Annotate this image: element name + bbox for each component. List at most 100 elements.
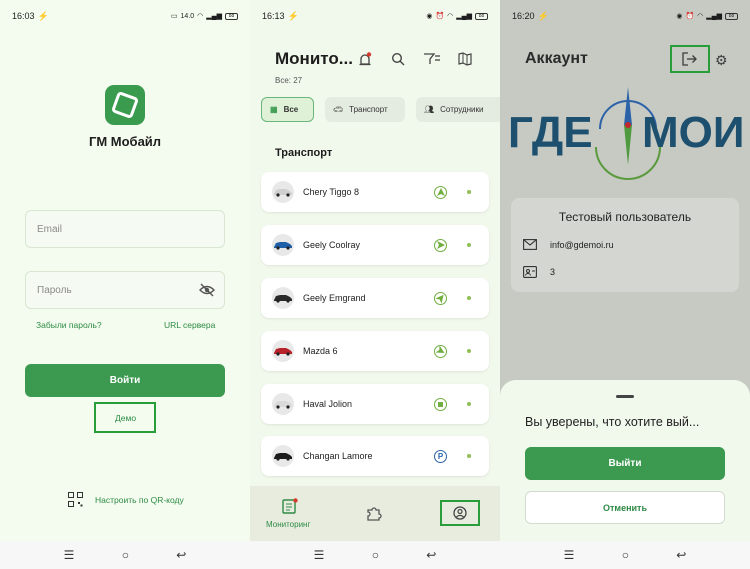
demo-link[interactable]: Демо [115, 413, 136, 423]
online-dot [467, 454, 471, 458]
vehicle-card[interactable]: Geely Emgrand [261, 278, 489, 318]
vehicle-name: Geely Coolray [303, 240, 361, 250]
online-dot [467, 402, 471, 406]
brand-left-text: ГДЕ [508, 108, 593, 157]
wifi-icon: ◠ [197, 13, 204, 20]
arrow-direction-icon [434, 185, 447, 199]
section-heading: Транспорт [275, 147, 333, 159]
back-icon[interactable]: ↩ [176, 548, 186, 562]
brand-logo: ГДЕ МОИ [508, 85, 745, 180]
location-icon: ◉ [426, 13, 433, 20]
id-card-icon [523, 266, 537, 278]
system-nav-bar: ☰ ○ ↩ [500, 541, 750, 569]
puzzle-icon[interactable] [366, 505, 382, 526]
email-field[interactable]: Email [25, 210, 225, 248]
car-thumbnail [272, 287, 294, 309]
confirm-logout-button[interactable]: Выйти [525, 447, 725, 480]
car-thumbnail [272, 181, 294, 203]
car-thumbnail [272, 340, 294, 362]
search-icon[interactable] [391, 52, 405, 71]
logout-icon[interactable] [682, 52, 697, 71]
vehicle-card[interactable]: Geely Coolray [261, 225, 489, 265]
stop-icon [434, 397, 447, 411]
grid-icon: ▦ [270, 105, 278, 114]
vehicle-card[interactable]: Haval Jolion [261, 384, 489, 424]
app-logo [105, 85, 145, 125]
notifications-icon[interactable] [358, 52, 372, 73]
app-title: ГМ Мобайл [88, 134, 162, 149]
chip-all[interactable]: ▦ Все [261, 97, 314, 122]
cancel-button[interactable]: Отменить [525, 491, 725, 524]
password-field[interactable]: Пароль [25, 271, 225, 309]
status-bar: 16:03 ⚡ ▭ 14.0 ◠ ▂▄▆ 88 [0, 0, 250, 32]
home-icon[interactable]: ○ [122, 548, 129, 562]
alarm-icon: ⏰ [435, 13, 445, 20]
email-placeholder: Email [37, 223, 63, 235]
system-nav-bar: ☰ ○ ↩ [250, 541, 500, 569]
server-url-link[interactable]: URL сервера [164, 320, 215, 330]
online-dot [467, 243, 471, 247]
home-icon[interactable]: ○ [372, 548, 379, 562]
chip-transport[interactable]: 🚗︎ Транспорт [325, 97, 405, 122]
chip-employees[interactable]: 👥︎ Сотрудники [416, 97, 500, 122]
vehicle-card[interactable]: Mazda 6 [261, 331, 489, 371]
charging-icon: ⚡ [37, 10, 49, 21]
profile-tab-icon[interactable] [453, 506, 467, 525]
chip-transport-label: Транспорт [349, 105, 388, 114]
filter-icon[interactable] [423, 52, 441, 71]
online-dot [467, 190, 471, 194]
vehicle-name: Chery Tiggo 8 [303, 187, 360, 197]
email-row: info@gdemoi.ru [523, 239, 614, 250]
vehicle-card[interactable]: Changan Lamore P [261, 436, 489, 476]
signal-icon: ▂▄▆ [206, 13, 222, 20]
chip-employees-label: Сотрудники [440, 105, 484, 114]
arrow-direction-icon [434, 344, 447, 358]
charging-icon: ⚡ [287, 10, 299, 21]
location-icon: ◉ [676, 13, 683, 20]
logout-confirm-sheet: Вы уверены, что хотите вый... Выйти Отме… [500, 380, 750, 541]
vehicle-card[interactable]: Chery Tiggo 8 [261, 172, 489, 212]
tab-monitoring[interactable]: Мониторинг [266, 520, 310, 529]
back-icon[interactable]: ↩ [426, 548, 436, 562]
user-card: Тестовый пользователь info@gdemoi.ru 3 [511, 198, 739, 292]
map-icon[interactable] [458, 52, 472, 71]
charging-icon: ⚡ [537, 10, 549, 21]
data-speed-icon: 14.0 [180, 12, 195, 20]
online-dot [467, 349, 471, 353]
monitoring-tab-icon[interactable] [282, 498, 298, 519]
car-thumbnail [272, 445, 294, 467]
user-email: info@gdemoi.ru [550, 239, 614, 250]
sheet-drag-handle[interactable] [616, 395, 634, 398]
alarm-icon: ⏰ [685, 13, 695, 20]
qr-code-icon [68, 492, 83, 507]
recent-apps-icon[interactable]: ☰ [314, 548, 325, 562]
vehicle-name: Haval Jolion [303, 399, 353, 409]
back-icon[interactable]: ↩ [676, 548, 686, 562]
wifi-icon: ◠ [697, 13, 704, 20]
monitoring-screen: 16:13 ⚡ ◉ ⏰ ◠ ▂▄▆ 88 Монито... Все: 27 ▦ … [250, 0, 500, 569]
car-icon: 🚗︎ [333, 105, 344, 114]
confirm-question: Вы уверены, что хотите вый... [525, 415, 700, 429]
system-nav-bar: ☰ ○ ↩ [0, 541, 250, 569]
recent-apps-icon[interactable]: ☰ [64, 548, 75, 562]
account-screen: 16:20 ⚡ ◉ ⏰ ◠ ▂▄▆ 88 Аккаунт ⚙ ГДЕ МОИ Те… [500, 0, 750, 569]
parking-icon: P [434, 449, 447, 463]
eye-off-icon[interactable] [199, 283, 215, 300]
arrow-direction-icon [434, 238, 447, 252]
qr-setup-link[interactable]: Настроить по QR-коду [68, 492, 184, 507]
arrow-direction-icon [434, 291, 447, 305]
forgot-password-link[interactable]: Забыли пароль? [36, 320, 102, 330]
signal-icon: ▂▄▆ [706, 13, 722, 20]
settings-gear-icon[interactable]: ⚙ [715, 52, 728, 69]
user-name: Тестовый пользователь [558, 210, 692, 224]
status-time: 16:20 [512, 11, 535, 21]
vehicle-name: Mazda 6 [303, 346, 338, 356]
recent-apps-icon[interactable]: ☰ [564, 548, 575, 562]
battery-icon: 88 [225, 12, 238, 20]
login-button[interactable]: Войти [25, 364, 225, 397]
chip-all-label: Все [283, 105, 299, 114]
mail-icon [523, 239, 537, 250]
status-bar: 16:13 ⚡ ◉ ⏰ ◠ ▂▄▆ 88 [250, 0, 500, 32]
battery-icon: 88 [725, 12, 738, 20]
home-icon[interactable]: ○ [622, 548, 629, 562]
